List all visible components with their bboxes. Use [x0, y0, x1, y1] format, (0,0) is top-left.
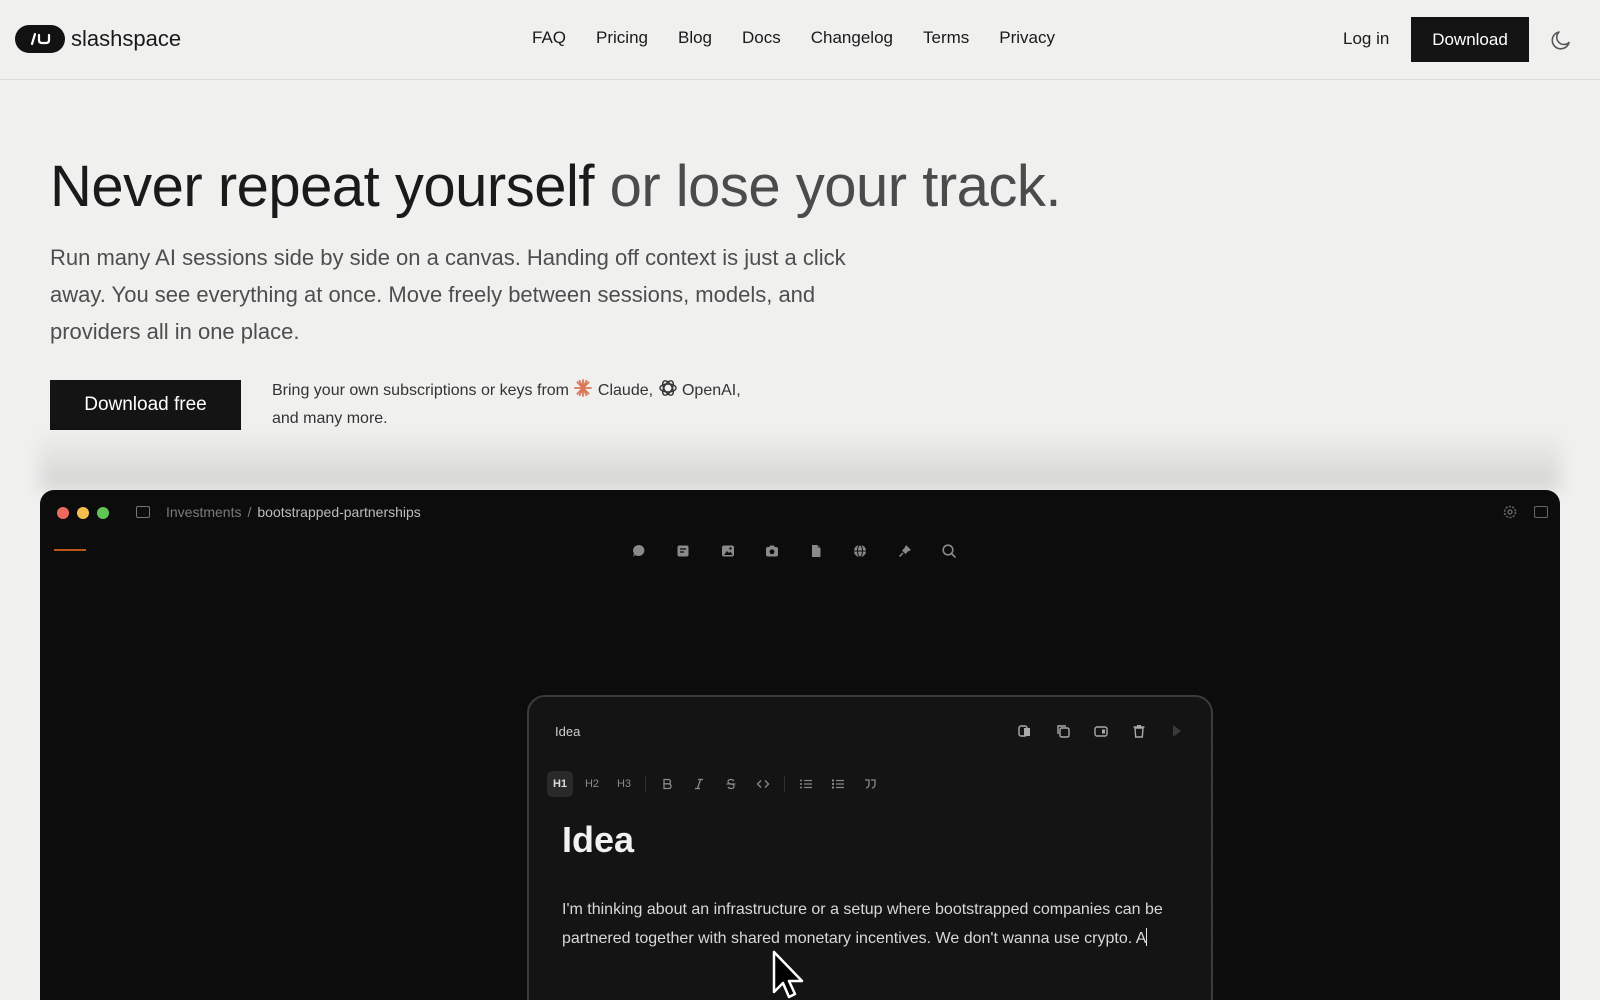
heading2-button[interactable]: H2: [579, 771, 605, 797]
text-caret: [1146, 928, 1148, 946]
app-window: Investments / bootstrapped-partnerships Id…: [40, 490, 1560, 1000]
heading1-button[interactable]: H1: [547, 771, 573, 797]
hero-title-dark: Never repeat yourself: [50, 154, 594, 219]
claude-icon: [573, 378, 593, 406]
note-card[interactable]: Idea H1 H2 H3 Idea I'm thinking about an…: [527, 695, 1213, 1000]
format-divider: [645, 776, 646, 792]
note-card-label: Idea: [555, 724, 581, 739]
strikethrough-icon[interactable]: [718, 771, 744, 797]
hero-title: Never repeat yourself or lose your track…: [50, 153, 1062, 220]
brand-name: slashspace: [71, 26, 182, 51]
numbered-list-icon[interactable]: [825, 771, 851, 797]
breadcrumb-current: bootstrapped-partnerships: [257, 504, 421, 520]
openai-label: OpenAI,: [681, 382, 741, 399]
note-icon[interactable]: [674, 542, 692, 560]
byok-prefix: Bring your own subscriptions or keys fro…: [272, 382, 574, 399]
duplicate-style-icon[interactable]: [1015, 721, 1035, 741]
moon-icon[interactable]: [1549, 28, 1573, 52]
hero-title-light: or lose your track.: [593, 154, 1062, 219]
quote-icon[interactable]: [857, 771, 883, 797]
openai-icon: [658, 378, 678, 406]
breadcrumb-separator: /: [247, 504, 252, 520]
claude-label: Claude,: [597, 382, 654, 399]
trash-icon[interactable]: [1129, 721, 1149, 741]
breadcrumb-parent[interactable]: Investments: [166, 504, 241, 520]
minimize-window-button[interactable]: [77, 507, 89, 519]
note-body-text: I'm thinking about an infrastructure or …: [562, 901, 1163, 947]
download-button[interactable]: Download: [1411, 17, 1529, 62]
pin-icon[interactable]: [896, 542, 914, 560]
hero-subtitle: Run many AI sessions side by side on a c…: [50, 245, 846, 344]
logo-mark-icon: [15, 25, 65, 53]
mouse-pointer-icon: [772, 950, 812, 1000]
login-link[interactable]: Log in: [1343, 29, 1389, 49]
camera-icon[interactable]: [763, 542, 781, 560]
bullet-list-icon[interactable]: [793, 771, 819, 797]
window-shadow: [40, 430, 1560, 490]
main-nav: FAQ Pricing Blog Docs Changelog Terms Pr…: [532, 28, 1085, 48]
nav-blog[interactable]: Blog: [678, 28, 712, 48]
nav-changelog[interactable]: Changelog: [811, 28, 893, 48]
byok-text: Bring your own subscriptions or keys fro…: [272, 378, 832, 431]
byok-suffix: and many more.: [272, 410, 388, 427]
code-icon[interactable]: [750, 771, 776, 797]
active-tab-indicator: [54, 549, 86, 551]
italic-icon[interactable]: [686, 771, 712, 797]
chat-icon[interactable]: [630, 542, 648, 560]
nav-docs[interactable]: Docs: [742, 28, 781, 48]
panel-toggle-icon[interactable]: [1534, 506, 1548, 518]
expand-icon[interactable]: [1091, 721, 1111, 741]
nav-terms[interactable]: Terms: [923, 28, 969, 48]
sidebar-toggle-icon[interactable]: [136, 506, 150, 518]
search-icon[interactable]: [940, 542, 958, 560]
maximize-window-button[interactable]: [97, 507, 109, 519]
nav-faq[interactable]: FAQ: [532, 28, 566, 48]
note-card-actions: [997, 721, 1187, 741]
format-toolbar: H1 H2 H3: [547, 771, 889, 797]
nav-pricing[interactable]: Pricing: [596, 28, 648, 48]
download-free-button[interactable]: Download free: [50, 380, 241, 430]
file-icon[interactable]: [807, 542, 825, 560]
format-divider: [784, 776, 785, 792]
canvas-toolbar: [624, 534, 964, 568]
brand-logo[interactable]: slashspace: [15, 25, 181, 53]
settings-icon[interactable]: [1502, 504, 1518, 525]
send-icon[interactable]: [1167, 721, 1187, 741]
heading3-button[interactable]: H3: [611, 771, 637, 797]
bold-icon[interactable]: [654, 771, 680, 797]
image-icon[interactable]: [719, 542, 737, 560]
note-heading[interactable]: Idea: [562, 819, 634, 861]
nav-privacy[interactable]: Privacy: [999, 28, 1055, 48]
note-body[interactable]: I'm thinking about an infrastructure or …: [562, 895, 1172, 953]
site-header: slashspace FAQ Pricing Blog Docs Changel…: [0, 0, 1600, 80]
close-window-button[interactable]: [57, 507, 69, 519]
copy-icon[interactable]: [1053, 721, 1073, 741]
globe-icon[interactable]: [851, 542, 869, 560]
breadcrumb: Investments / bootstrapped-partnerships: [166, 504, 421, 520]
